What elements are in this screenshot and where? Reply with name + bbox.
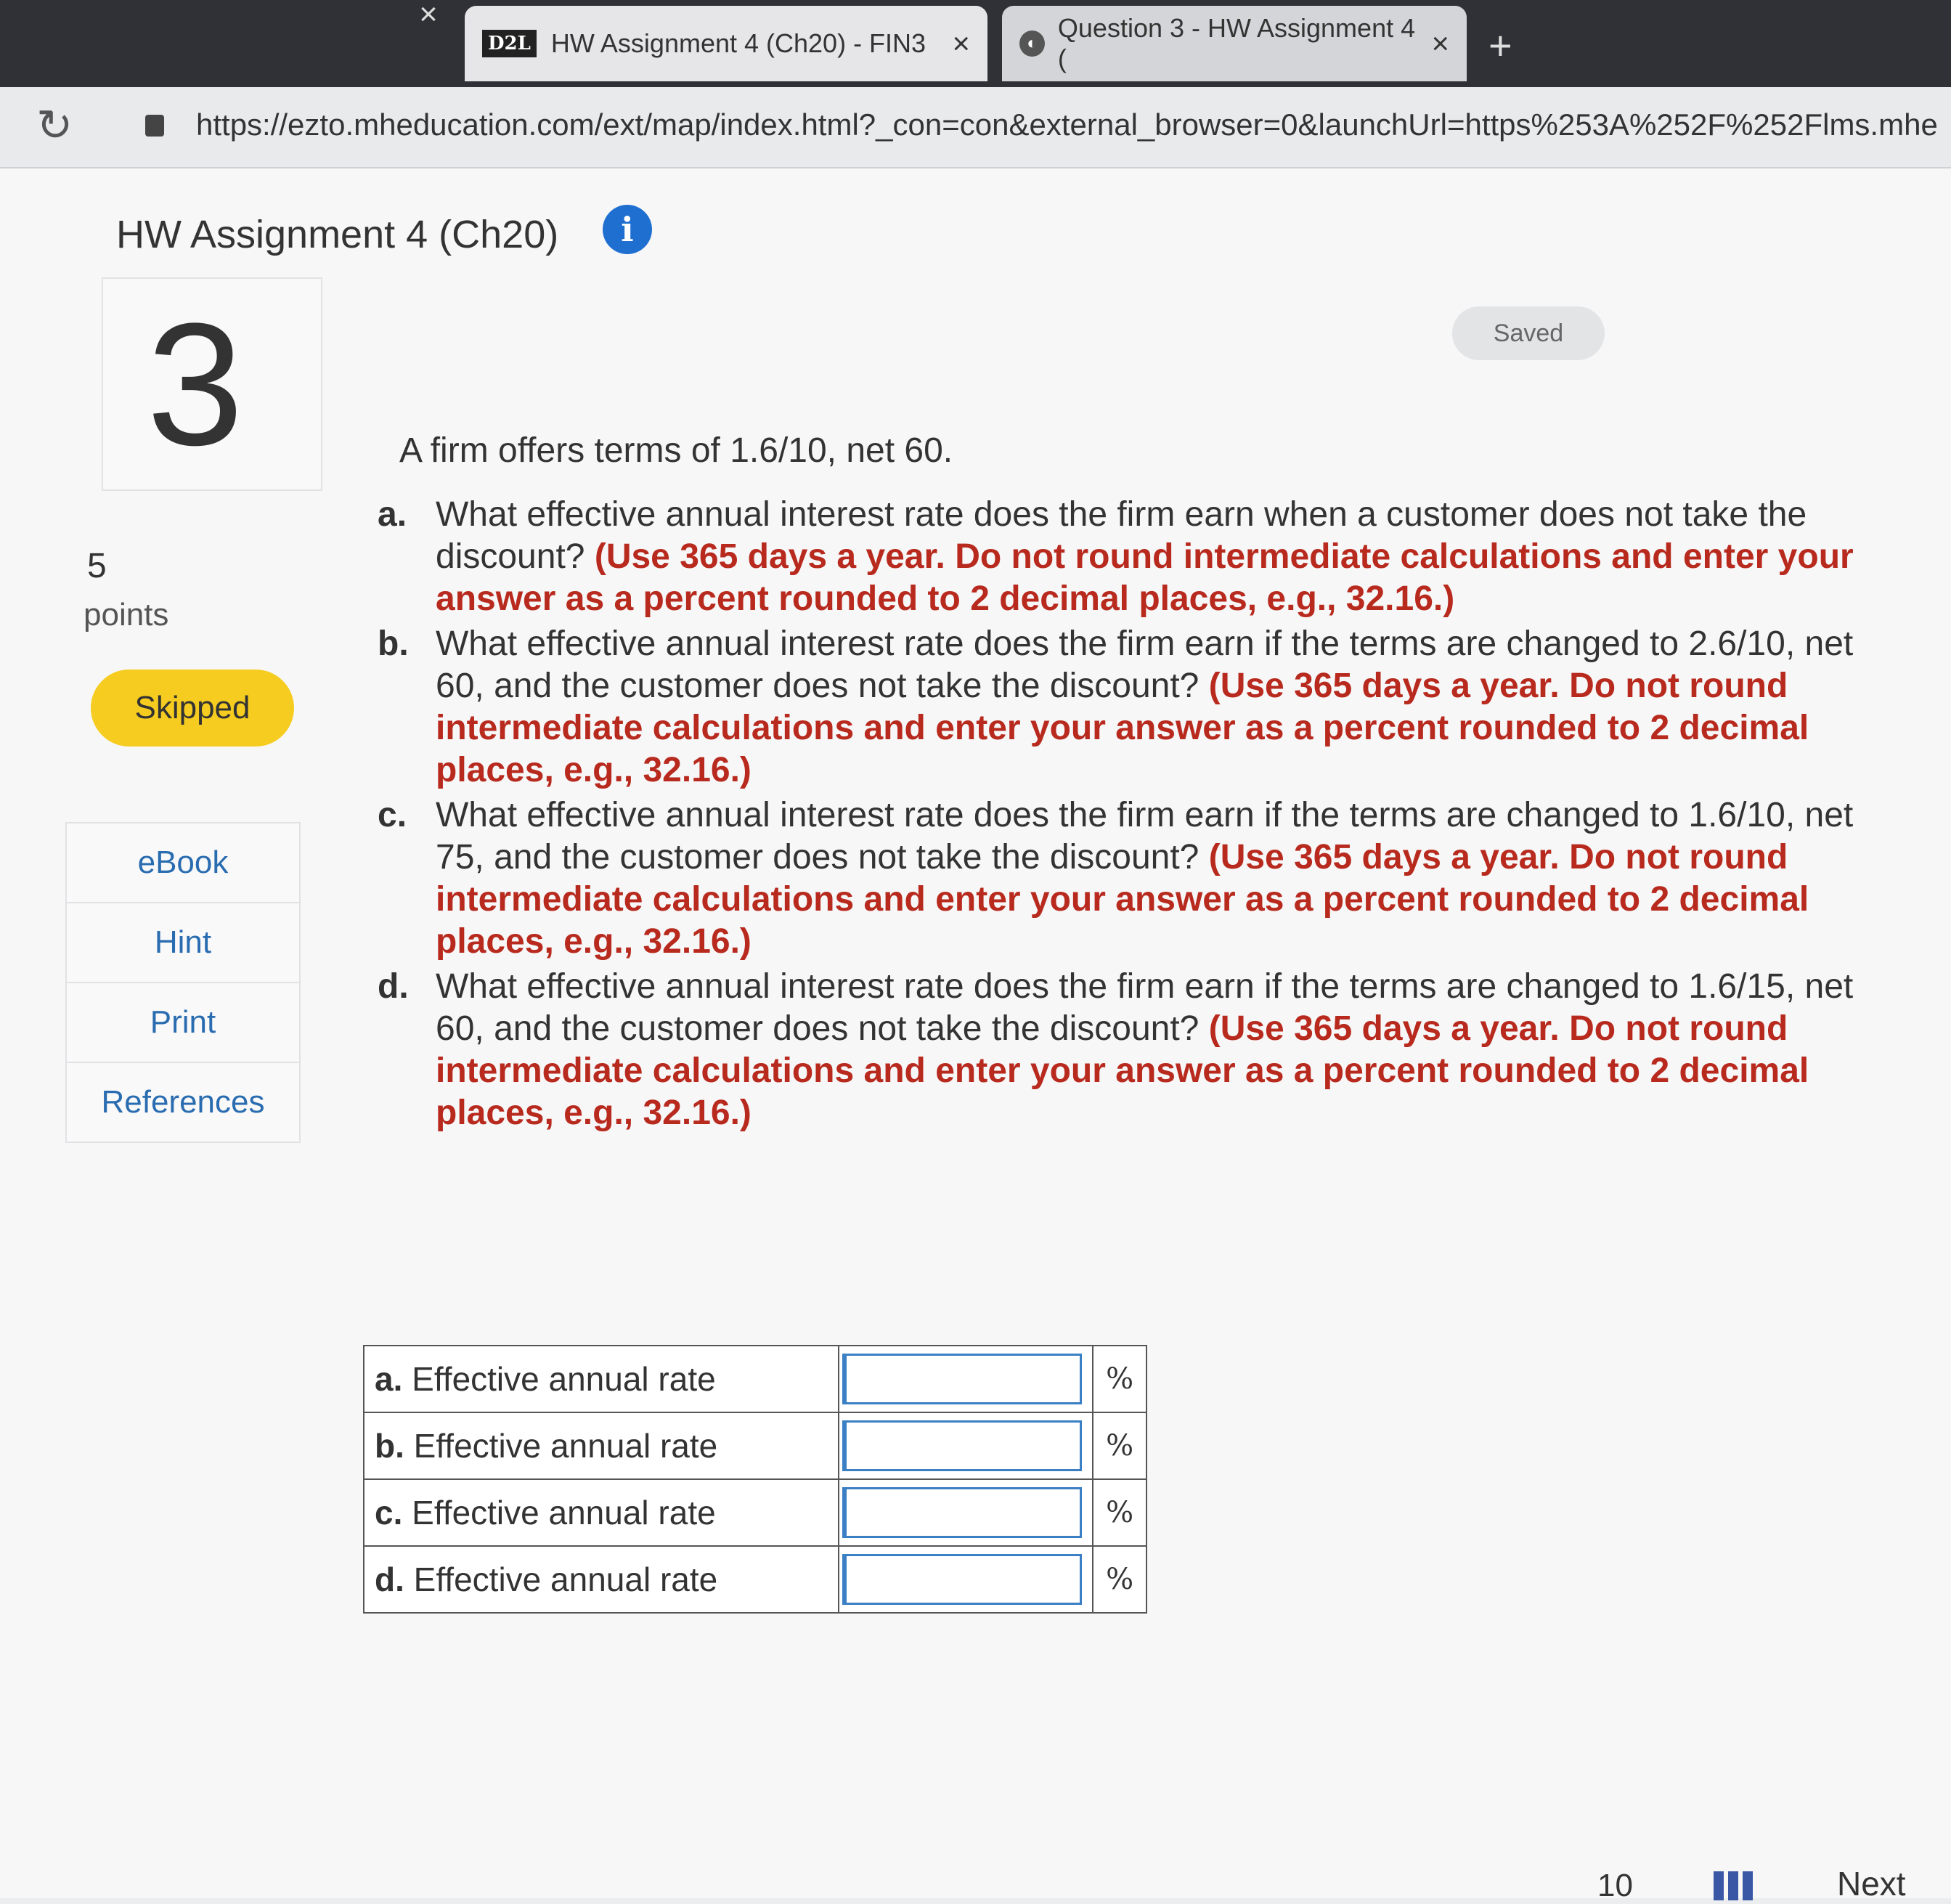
tab-label: Question 3 - HW Assignment 4 ( xyxy=(1057,13,1416,73)
percent-unit: % xyxy=(1092,1412,1147,1480)
browser-tab-bar: × D2L HW Assignment 4 (Ch20) - FIN3 × ◐ … xyxy=(0,0,1951,87)
close-previous-tab-icon[interactable]: × xyxy=(407,0,450,30)
points-value: 5 xyxy=(87,547,107,585)
lock-icon xyxy=(145,115,164,137)
answer-cell xyxy=(838,1345,1094,1413)
saved-status-badge: Saved xyxy=(1452,306,1605,360)
ebook-link[interactable]: eBook xyxy=(67,823,299,903)
new-tab-button[interactable]: + xyxy=(1488,22,1512,69)
row-letter: d. xyxy=(375,1561,404,1598)
question-part-a: a. What effective annual interest rate d… xyxy=(378,494,1859,620)
answer-label: a. Effective annual rate xyxy=(362,1345,840,1413)
info-icon[interactable]: i xyxy=(603,205,652,254)
page-indicator: 10 xyxy=(1597,1868,1633,1903)
part-letter: d. xyxy=(378,967,409,1006)
answer-cell xyxy=(838,1412,1094,1480)
answer-d-input[interactable] xyxy=(842,1554,1083,1605)
close-tab-icon[interactable]: × xyxy=(1420,26,1449,61)
answer-label: b. Effective annual rate xyxy=(362,1412,840,1480)
question-part-c: c. What effective annual interest rate d… xyxy=(378,794,1859,963)
percent-unit: % xyxy=(1092,1545,1147,1614)
answer-a-input[interactable] xyxy=(842,1354,1083,1404)
url-field[interactable]: https://ezto.mheducation.com/ext/map/ind… xyxy=(196,107,1939,142)
globe-icon: ◐ xyxy=(1019,30,1045,57)
tab-label: HW Assignment 4 (Ch20) - FIN3 xyxy=(550,28,926,58)
close-tab-icon[interactable]: × xyxy=(940,26,970,61)
hint-link[interactable]: Hint xyxy=(67,903,299,983)
question-intro: A firm offers terms of 1.6/10, net 60. xyxy=(399,431,953,470)
part-letter: c. xyxy=(378,796,407,834)
row-label: Effective annual rate xyxy=(413,1427,718,1465)
row-letter: a. xyxy=(375,1360,403,1398)
percent-unit: % xyxy=(1092,1345,1147,1413)
table-row: d. Effective annual rate % xyxy=(362,1545,1147,1614)
references-link[interactable]: References xyxy=(67,1063,299,1142)
answer-table: a. Effective annual rate % b. Effective … xyxy=(362,1345,1147,1614)
row-label: Effective annual rate xyxy=(412,1494,716,1531)
answer-b-input[interactable] xyxy=(842,1420,1083,1471)
print-link[interactable]: Print xyxy=(67,983,299,1063)
percent-unit: % xyxy=(1092,1478,1147,1547)
reload-icon[interactable]: ↻ xyxy=(36,100,73,151)
question-part-b: b. What effective annual interest rate d… xyxy=(378,623,1859,792)
next-button[interactable]: Next xyxy=(1837,1864,1906,1903)
grid-view-icon[interactable] xyxy=(1714,1871,1754,1900)
assignment-title: HW Assignment 4 (Ch20) xyxy=(116,213,559,256)
tab-question-3[interactable]: ◐ Question 3 - HW Assignment 4 ( × xyxy=(1002,6,1467,81)
row-letter: c. xyxy=(375,1494,403,1531)
table-row: c. Effective annual rate % xyxy=(362,1478,1147,1547)
question-number: 3 xyxy=(147,287,244,481)
answer-cell xyxy=(838,1545,1094,1614)
assignment-page: HW Assignment 4 (Ch20) i Saved 3 5 point… xyxy=(0,168,1951,1903)
row-label: Effective annual rate xyxy=(412,1360,716,1398)
part-letter: a. xyxy=(378,495,407,534)
skipped-status-badge: Skipped xyxy=(91,670,294,746)
answer-c-input[interactable] xyxy=(842,1487,1083,1538)
question-text: A firm offers terms of 1.6/10, net 60. a… xyxy=(378,430,1859,1137)
part-instruction: (Use 365 days a year. Do not round inter… xyxy=(436,537,1854,618)
question-number-box: 3 xyxy=(102,277,322,491)
answer-cell xyxy=(838,1478,1094,1547)
points-label: points xyxy=(84,597,169,632)
resource-links: eBook Hint Print References xyxy=(65,822,301,1143)
table-row: b. Effective annual rate % xyxy=(362,1412,1147,1480)
address-bar: ↻ https://ezto.mheducation.com/ext/map/i… xyxy=(0,87,1951,168)
answer-label: c. Effective annual rate xyxy=(362,1478,840,1547)
part-letter: b. xyxy=(378,625,409,663)
row-letter: b. xyxy=(375,1427,404,1465)
tab-d2l-assignment[interactable]: D2L HW Assignment 4 (Ch20) - FIN3 × xyxy=(465,6,987,81)
d2l-logo: D2L xyxy=(482,30,537,57)
table-row: a. Effective annual rate % xyxy=(362,1345,1147,1413)
row-label: Effective annual rate xyxy=(413,1561,718,1598)
question-part-d: d. What effective annual interest rate d… xyxy=(378,966,1859,1134)
answer-label: d. Effective annual rate xyxy=(362,1545,840,1614)
